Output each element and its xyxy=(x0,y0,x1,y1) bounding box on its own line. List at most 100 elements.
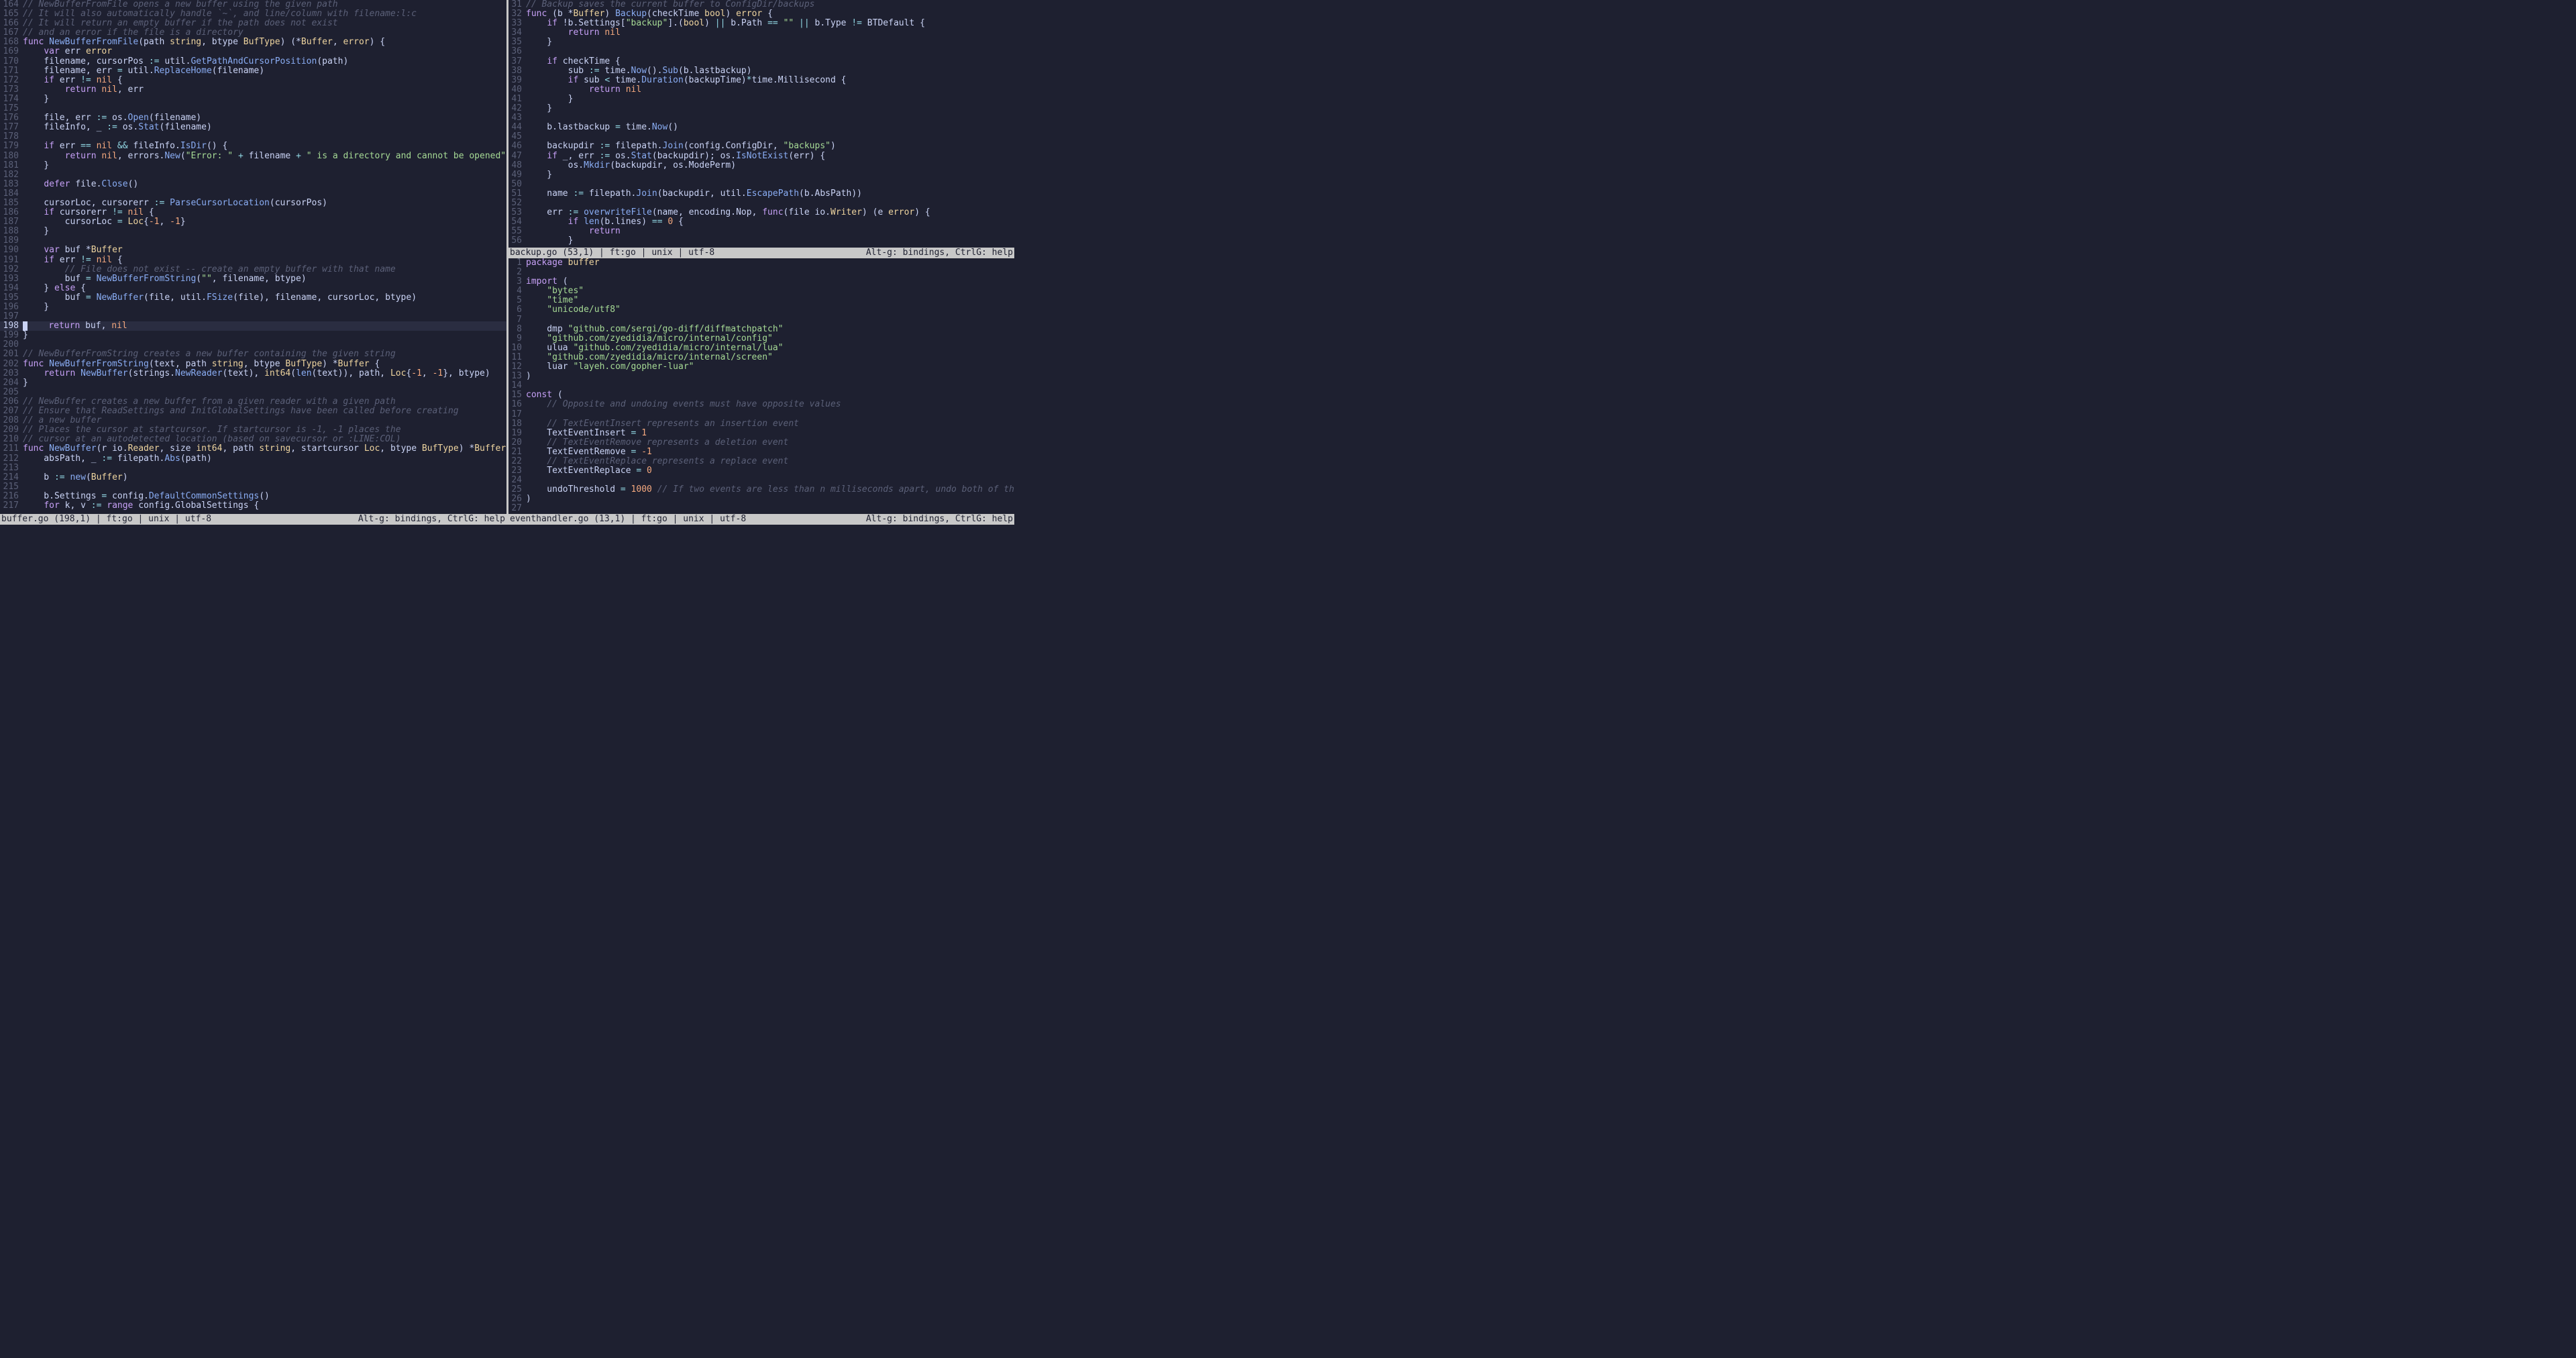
line-text[interactable]: TextEventInsert = 1 xyxy=(526,429,1014,438)
code-line[interactable]: 17 xyxy=(508,410,1014,419)
line-text[interactable]: // NewBufferFromFile opens a new buffer … xyxy=(23,0,506,9)
line-text[interactable]: } xyxy=(526,236,1014,246)
line-text[interactable]: buf = NewBufferFromString("", filename, … xyxy=(23,274,506,284)
line-text[interactable]: file, err := os.Open(filename) xyxy=(23,113,506,123)
line-text[interactable]: var err error xyxy=(23,47,506,56)
code-line[interactable]: 35 } xyxy=(508,38,1014,47)
line-text[interactable] xyxy=(526,132,1014,142)
line-text[interactable]: if sub < time.Duration(backupTime)*time.… xyxy=(526,76,1014,85)
code-line[interactable]: 26) xyxy=(508,494,1014,504)
pane-bottom-right[interactable]: 1package buffer23import (4 "bytes"5 "tim… xyxy=(508,258,1014,514)
line-text[interactable]: if checkTime { xyxy=(526,57,1014,66)
code-line[interactable]: 195 buf = NewBuffer(file, util.FSize(fil… xyxy=(0,293,506,303)
code-line[interactable]: 193 buf = NewBufferFromString("", filena… xyxy=(0,274,506,284)
line-text[interactable]: // It will also automatically handle `~`… xyxy=(23,9,506,19)
line-text[interactable]: // TextEventInsert represents an inserti… xyxy=(526,419,1014,429)
pane-left[interactable]: 164// NewBufferFromFile opens a new buff… xyxy=(0,0,506,514)
line-text[interactable] xyxy=(526,180,1014,189)
code-line[interactable]: 24 xyxy=(508,476,1014,485)
pane-top-right[interactable]: 31// Backup saves the current buffer to … xyxy=(508,0,1014,248)
code-line[interactable]: 190 var buf *Buffer xyxy=(0,246,506,255)
line-text[interactable]: const ( xyxy=(526,390,1014,400)
code-line[interactable]: 174 } xyxy=(0,95,506,104)
code-line[interactable]: 14 xyxy=(508,381,1014,390)
line-text[interactable] xyxy=(23,388,506,397)
code-line[interactable]: 16 // Opposite and undoing events must h… xyxy=(508,400,1014,409)
code-line[interactable]: 198 return buf, nil xyxy=(0,321,506,331)
code-line[interactable]: 182 xyxy=(0,170,506,180)
code-line[interactable]: 34 return nil xyxy=(508,28,1014,38)
line-text[interactable]: name := filepath.Join(backupdir, util.Es… xyxy=(526,189,1014,199)
line-text[interactable]: import ( xyxy=(526,277,1014,286)
code-line[interactable]: 42 } xyxy=(508,104,1014,113)
line-text[interactable] xyxy=(526,476,1014,485)
line-text[interactable]: ulua "github.com/zyedidia/micro/internal… xyxy=(526,344,1014,353)
code-line[interactable]: 38 sub := time.Now().Sub(b.lastbackup) xyxy=(508,66,1014,76)
code-line[interactable]: 18 // TextEventInsert represents an inse… xyxy=(508,419,1014,429)
code-line[interactable]: 4 "bytes" xyxy=(508,286,1014,296)
line-text[interactable] xyxy=(526,268,1014,277)
line-text[interactable] xyxy=(23,312,506,321)
code-line[interactable]: 180 return nil, errors.New("Error: " + f… xyxy=(0,152,506,161)
line-text[interactable]: func NewBufferFromFile(path string, btyp… xyxy=(23,38,506,47)
line-text[interactable]: "bytes" xyxy=(526,286,1014,296)
code-line[interactable]: 206// NewBuffer creates a new buffer fro… xyxy=(0,397,506,407)
code-line[interactable]: 178 xyxy=(0,132,506,142)
code-line[interactable]: 13) xyxy=(508,372,1014,381)
line-text[interactable]: "github.com/zyedidia/micro/internal/conf… xyxy=(526,334,1014,344)
line-text[interactable]: } xyxy=(23,378,506,388)
code-line[interactable]: 216 b.Settings = config.DefaultCommonSet… xyxy=(0,492,506,501)
line-text[interactable] xyxy=(526,47,1014,56)
code-line[interactable]: 2 xyxy=(508,268,1014,277)
line-text[interactable]: TextEventRemove = -1 xyxy=(526,448,1014,457)
code-line[interactable]: 173 return nil, err xyxy=(0,85,506,95)
line-text[interactable]: func (b *Buffer) Backup(checkTime bool) … xyxy=(526,9,1014,19)
code-line[interactable]: 194 } else { xyxy=(0,284,506,293)
code-line[interactable]: 3import ( xyxy=(508,277,1014,286)
code-line[interactable]: 179 if err == nil && fileInfo.IsDir() { xyxy=(0,142,506,151)
line-text[interactable]: if _, err := os.Stat(backupdir); os.IsNo… xyxy=(526,152,1014,161)
code-line[interactable]: 7 xyxy=(508,315,1014,325)
code-line[interactable]: 171 filename, err = util.ReplaceHome(fil… xyxy=(0,66,506,76)
line-text[interactable]: // NewBuffer creates a new buffer from a… xyxy=(23,397,506,407)
code-line[interactable]: 51 name := filepath.Join(backupdir, util… xyxy=(508,189,1014,199)
code-line[interactable]: 213 xyxy=(0,464,506,473)
code-line[interactable]: 53 err := overwriteFile(name, encoding.N… xyxy=(508,208,1014,217)
line-text[interactable]: } xyxy=(23,227,506,236)
line-text[interactable]: return nil xyxy=(526,85,1014,95)
line-text[interactable] xyxy=(23,170,506,180)
code-line[interactable]: 39 if sub < time.Duration(backupTime)*ti… xyxy=(508,76,1014,85)
line-text[interactable] xyxy=(526,199,1014,208)
code-line[interactable]: 196 } xyxy=(0,303,506,312)
command-bar[interactable] xyxy=(0,525,1014,534)
line-text[interactable]: undoThreshold = 1000 // If two events ar… xyxy=(526,485,1014,494)
code-line[interactable]: 177 fileInfo, _ := os.Stat(filename) xyxy=(0,123,506,132)
line-text[interactable]: filename, err = util.ReplaceHome(filenam… xyxy=(23,66,506,76)
line-text[interactable]: // Opposite and undoing events must have… xyxy=(526,400,1014,409)
code-line[interactable]: 208// a new buffer xyxy=(0,416,506,425)
line-text[interactable]: // cursor at an autodetected location (b… xyxy=(23,435,506,444)
line-text[interactable] xyxy=(526,113,1014,123)
code-line[interactable]: 50 xyxy=(508,180,1014,189)
code-line[interactable]: 46 backupdir := filepath.Join(config.Con… xyxy=(508,142,1014,151)
line-text[interactable]: } xyxy=(526,104,1014,113)
code-line[interactable]: 215 xyxy=(0,482,506,492)
line-text[interactable]: } xyxy=(23,161,506,170)
code-line[interactable]: 197 xyxy=(0,312,506,321)
line-text[interactable]: // It will return an empty buffer if the… xyxy=(23,19,506,28)
code-line[interactable]: 186 if cursorerr != nil { xyxy=(0,208,506,217)
code-line[interactable]: 207// Ensure that ReadSettings and InitG… xyxy=(0,407,506,416)
code-line[interactable]: 15const ( xyxy=(508,390,1014,400)
line-text[interactable]: b.lastbackup = time.Now() xyxy=(526,123,1014,132)
code-line[interactable]: 48 os.Mkdir(backupdir, os.ModePerm) xyxy=(508,161,1014,170)
code-buffer-go[interactable]: 164// NewBufferFromFile opens a new buff… xyxy=(0,0,506,511)
line-text[interactable]: if !b.Settings["backup"].(bool) || b.Pat… xyxy=(526,19,1014,28)
line-text[interactable] xyxy=(23,104,506,113)
line-text[interactable]: b := new(Buffer) xyxy=(23,473,506,482)
line-text[interactable]: return nil, errors.New("Error: " + filen… xyxy=(23,152,506,161)
code-line[interactable]: 176 file, err := os.Open(filename) xyxy=(0,113,506,123)
line-text[interactable] xyxy=(23,236,506,246)
code-line[interactable]: 212 absPath, _ := filepath.Abs(path) xyxy=(0,454,506,464)
code-line[interactable]: 164// NewBufferFromFile opens a new buff… xyxy=(0,0,506,9)
line-text[interactable]: dmp "github.com/sergi/go-diff/diffmatchp… xyxy=(526,325,1014,334)
